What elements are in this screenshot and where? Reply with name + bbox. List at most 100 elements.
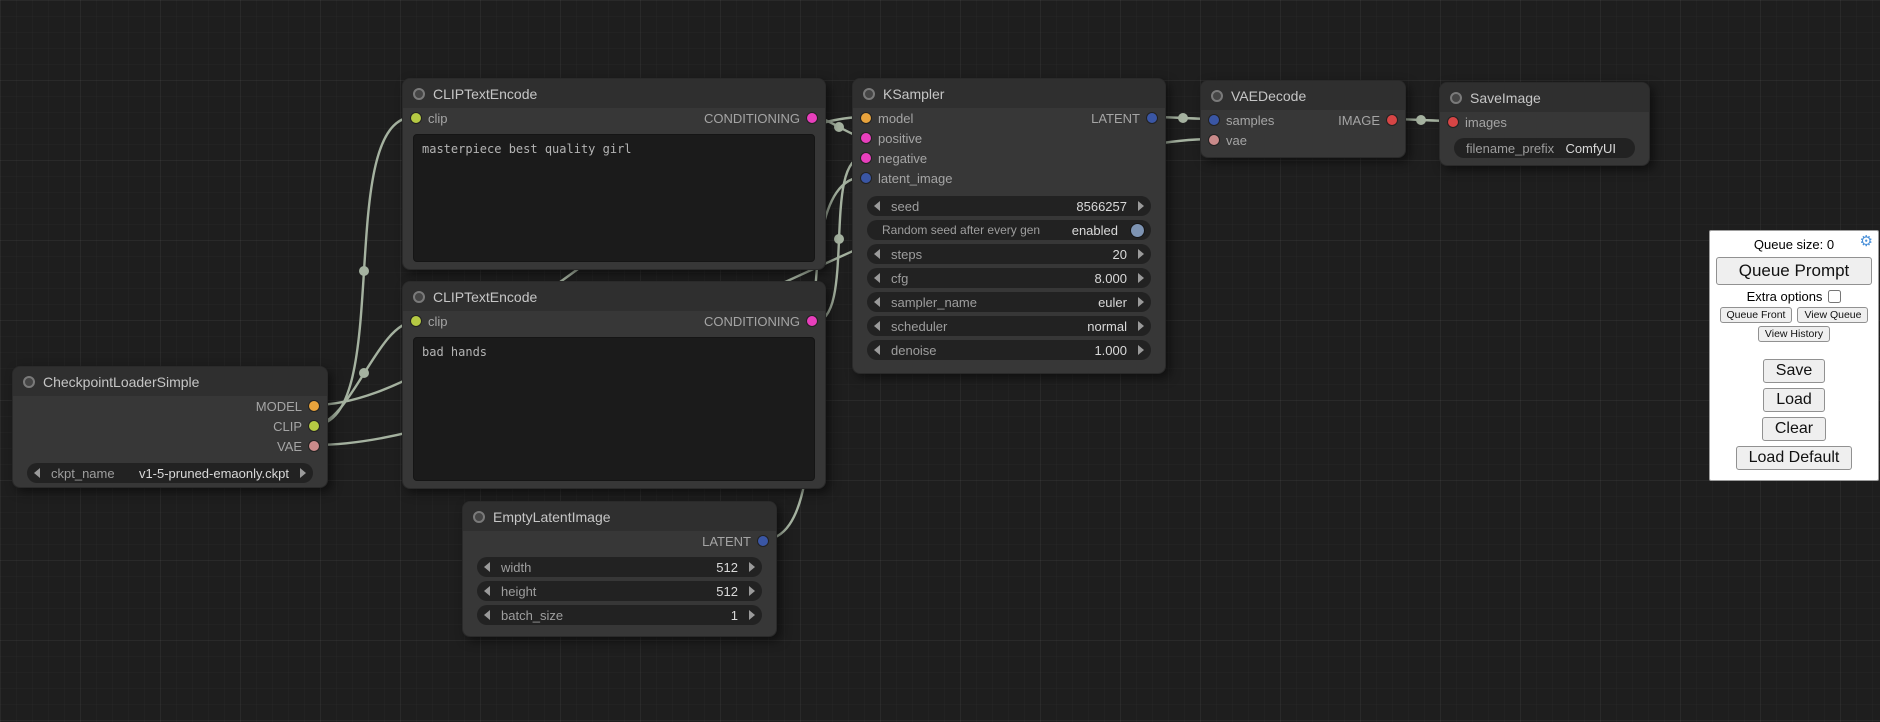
slot-label: MODEL [256, 399, 302, 414]
node-checkpoint-loader-simple[interactable]: CheckpointLoaderSimple MODEL CLIP VAE ck… [12, 366, 328, 488]
slot-label: VAE [277, 439, 302, 454]
widget-height[interactable]: height 512 [477, 581, 762, 601]
node-empty-latent-image[interactable]: EmptyLatentImage LATENT width 512 height… [462, 501, 777, 637]
collapse-toggle-icon[interactable] [413, 88, 425, 100]
collapse-toggle-icon[interactable] [473, 511, 485, 523]
increment-arrow-icon[interactable] [1138, 321, 1144, 331]
increment-arrow-icon[interactable] [1138, 297, 1144, 307]
input-slot-latent-image: latent_image [853, 168, 1165, 188]
widget-random-seed-toggle[interactable]: Random seed after every gen enabled [867, 220, 1151, 240]
output-dot-latent[interactable] [758, 536, 768, 546]
node-clip-text-encode-positive[interactable]: CLIPTextEncode clip CONDITIONING masterp… [402, 78, 826, 270]
widget-steps[interactable]: steps 20 [867, 244, 1151, 264]
queue-size-label: Queue size: 0 [1754, 237, 1834, 252]
input-dot-samples[interactable] [1209, 115, 1219, 125]
queue-prompt-button[interactable]: Queue Prompt [1716, 257, 1872, 285]
node-ksampler[interactable]: KSampler model LATENT positive negative … [852, 78, 1166, 374]
slot-label: clip [428, 111, 448, 126]
input-dot-vae[interactable] [1209, 135, 1219, 145]
increment-arrow-icon[interactable] [749, 586, 755, 596]
widget-cfg[interactable]: cfg 8.000 [867, 268, 1151, 288]
slot-label: LATENT [702, 534, 751, 549]
input-dot-negative[interactable] [861, 153, 871, 163]
widget-label: steps [891, 247, 922, 262]
node-clip-text-encode-negative[interactable]: CLIPTextEncode clip CONDITIONING bad han… [402, 281, 826, 489]
node-vae-decode[interactable]: VAEDecode samples IMAGE vae [1200, 80, 1406, 158]
widget-filename-prefix[interactable]: filename_prefix ComfyUI [1454, 138, 1635, 158]
input-dot-images[interactable] [1448, 117, 1458, 127]
queue-front-button[interactable]: Queue Front [1720, 307, 1793, 323]
widget-batch-size[interactable]: batch_size 1 [477, 605, 762, 625]
collapse-toggle-icon[interactable] [1211, 90, 1223, 102]
input-dot-model[interactable] [861, 113, 871, 123]
toggle-knob-icon[interactable] [1131, 224, 1144, 237]
output-slot-latent: LATENT [1091, 111, 1157, 126]
node-title-bar[interactable]: CLIPTextEncode [403, 282, 825, 311]
prompt-textarea[interactable]: bad hands [413, 337, 815, 481]
view-queue-button[interactable]: View Queue [1797, 307, 1868, 323]
widget-scheduler[interactable]: scheduler normal [867, 316, 1151, 336]
output-slot-latent: LATENT [463, 531, 776, 551]
link-midpoint-dot [359, 368, 369, 378]
node-title-bar[interactable]: CLIPTextEncode [403, 79, 825, 108]
widget-ckpt-name[interactable]: ckpt_name v1-5-pruned-emaonly.ckpt [27, 463, 313, 483]
increment-arrow-icon[interactable] [1138, 201, 1144, 211]
decrement-arrow-icon[interactable] [874, 201, 880, 211]
increment-arrow-icon[interactable] [749, 562, 755, 572]
input-slot-images: images [1440, 112, 1649, 132]
widget-seed[interactable]: seed 8566257 [867, 196, 1151, 216]
node-title-bar[interactable]: EmptyLatentImage [463, 502, 776, 531]
output-dot-vae[interactable] [309, 441, 319, 451]
collapse-toggle-icon[interactable] [1450, 92, 1462, 104]
decrement-arrow-icon[interactable] [34, 468, 40, 478]
slot-label: positive [878, 131, 922, 146]
decrement-arrow-icon[interactable] [484, 562, 490, 572]
output-dot-clip[interactable] [309, 421, 319, 431]
node-title-bar[interactable]: CheckpointLoaderSimple [13, 367, 327, 396]
collapse-toggle-icon[interactable] [863, 88, 875, 100]
slot-label: CONDITIONING [704, 111, 800, 126]
widget-width[interactable]: width 512 [477, 557, 762, 577]
node-title-bar[interactable]: KSampler [853, 79, 1165, 108]
widget-value: 20 [1113, 247, 1127, 262]
node-title-bar[interactable]: VAEDecode [1201, 81, 1405, 110]
output-dot-conditioning[interactable] [807, 113, 817, 123]
load-button[interactable]: Load [1763, 388, 1825, 412]
view-history-button[interactable]: View History [1758, 326, 1830, 342]
increment-arrow-icon[interactable] [300, 468, 306, 478]
prompt-textarea[interactable]: masterpiece best quality girl [413, 134, 815, 262]
collapse-toggle-icon[interactable] [23, 376, 35, 388]
output-dot-conditioning[interactable] [807, 316, 817, 326]
output-dot-latent[interactable] [1147, 113, 1157, 123]
decrement-arrow-icon[interactable] [874, 273, 880, 283]
node-save-image[interactable]: SaveImage images filename_prefix ComfyUI [1439, 82, 1650, 166]
increment-arrow-icon[interactable] [1138, 345, 1144, 355]
decrement-arrow-icon[interactable] [874, 345, 880, 355]
decrement-arrow-icon[interactable] [874, 321, 880, 331]
input-dot-clip[interactable] [411, 113, 421, 123]
decrement-arrow-icon[interactable] [484, 586, 490, 596]
output-slot-conditioning: CONDITIONING [704, 111, 817, 126]
save-button[interactable]: Save [1763, 359, 1825, 383]
increment-arrow-icon[interactable] [1138, 249, 1144, 259]
slot-label: model [878, 111, 913, 126]
node-title-bar[interactable]: SaveImage [1440, 83, 1649, 112]
settings-gear-icon[interactable]: ⚙ [1860, 234, 1873, 249]
output-dot-image[interactable] [1387, 115, 1397, 125]
decrement-arrow-icon[interactable] [874, 297, 880, 307]
widget-denoise[interactable]: denoise 1.000 [867, 340, 1151, 360]
input-dot-clip[interactable] [411, 316, 421, 326]
widget-sampler-name[interactable]: sampler_name euler [867, 292, 1151, 312]
increment-arrow-icon[interactable] [1138, 273, 1144, 283]
input-dot-positive[interactable] [861, 133, 871, 143]
decrement-arrow-icon[interactable] [484, 610, 490, 620]
input-dot-latent-image[interactable] [861, 173, 871, 183]
clear-button[interactable]: Clear [1762, 417, 1826, 441]
widget-label: width [501, 560, 531, 575]
increment-arrow-icon[interactable] [749, 610, 755, 620]
extra-options-checkbox[interactable] [1828, 290, 1841, 303]
load-default-button[interactable]: Load Default [1736, 446, 1853, 470]
output-dot-model[interactable] [309, 401, 319, 411]
collapse-toggle-icon[interactable] [413, 291, 425, 303]
decrement-arrow-icon[interactable] [874, 249, 880, 259]
